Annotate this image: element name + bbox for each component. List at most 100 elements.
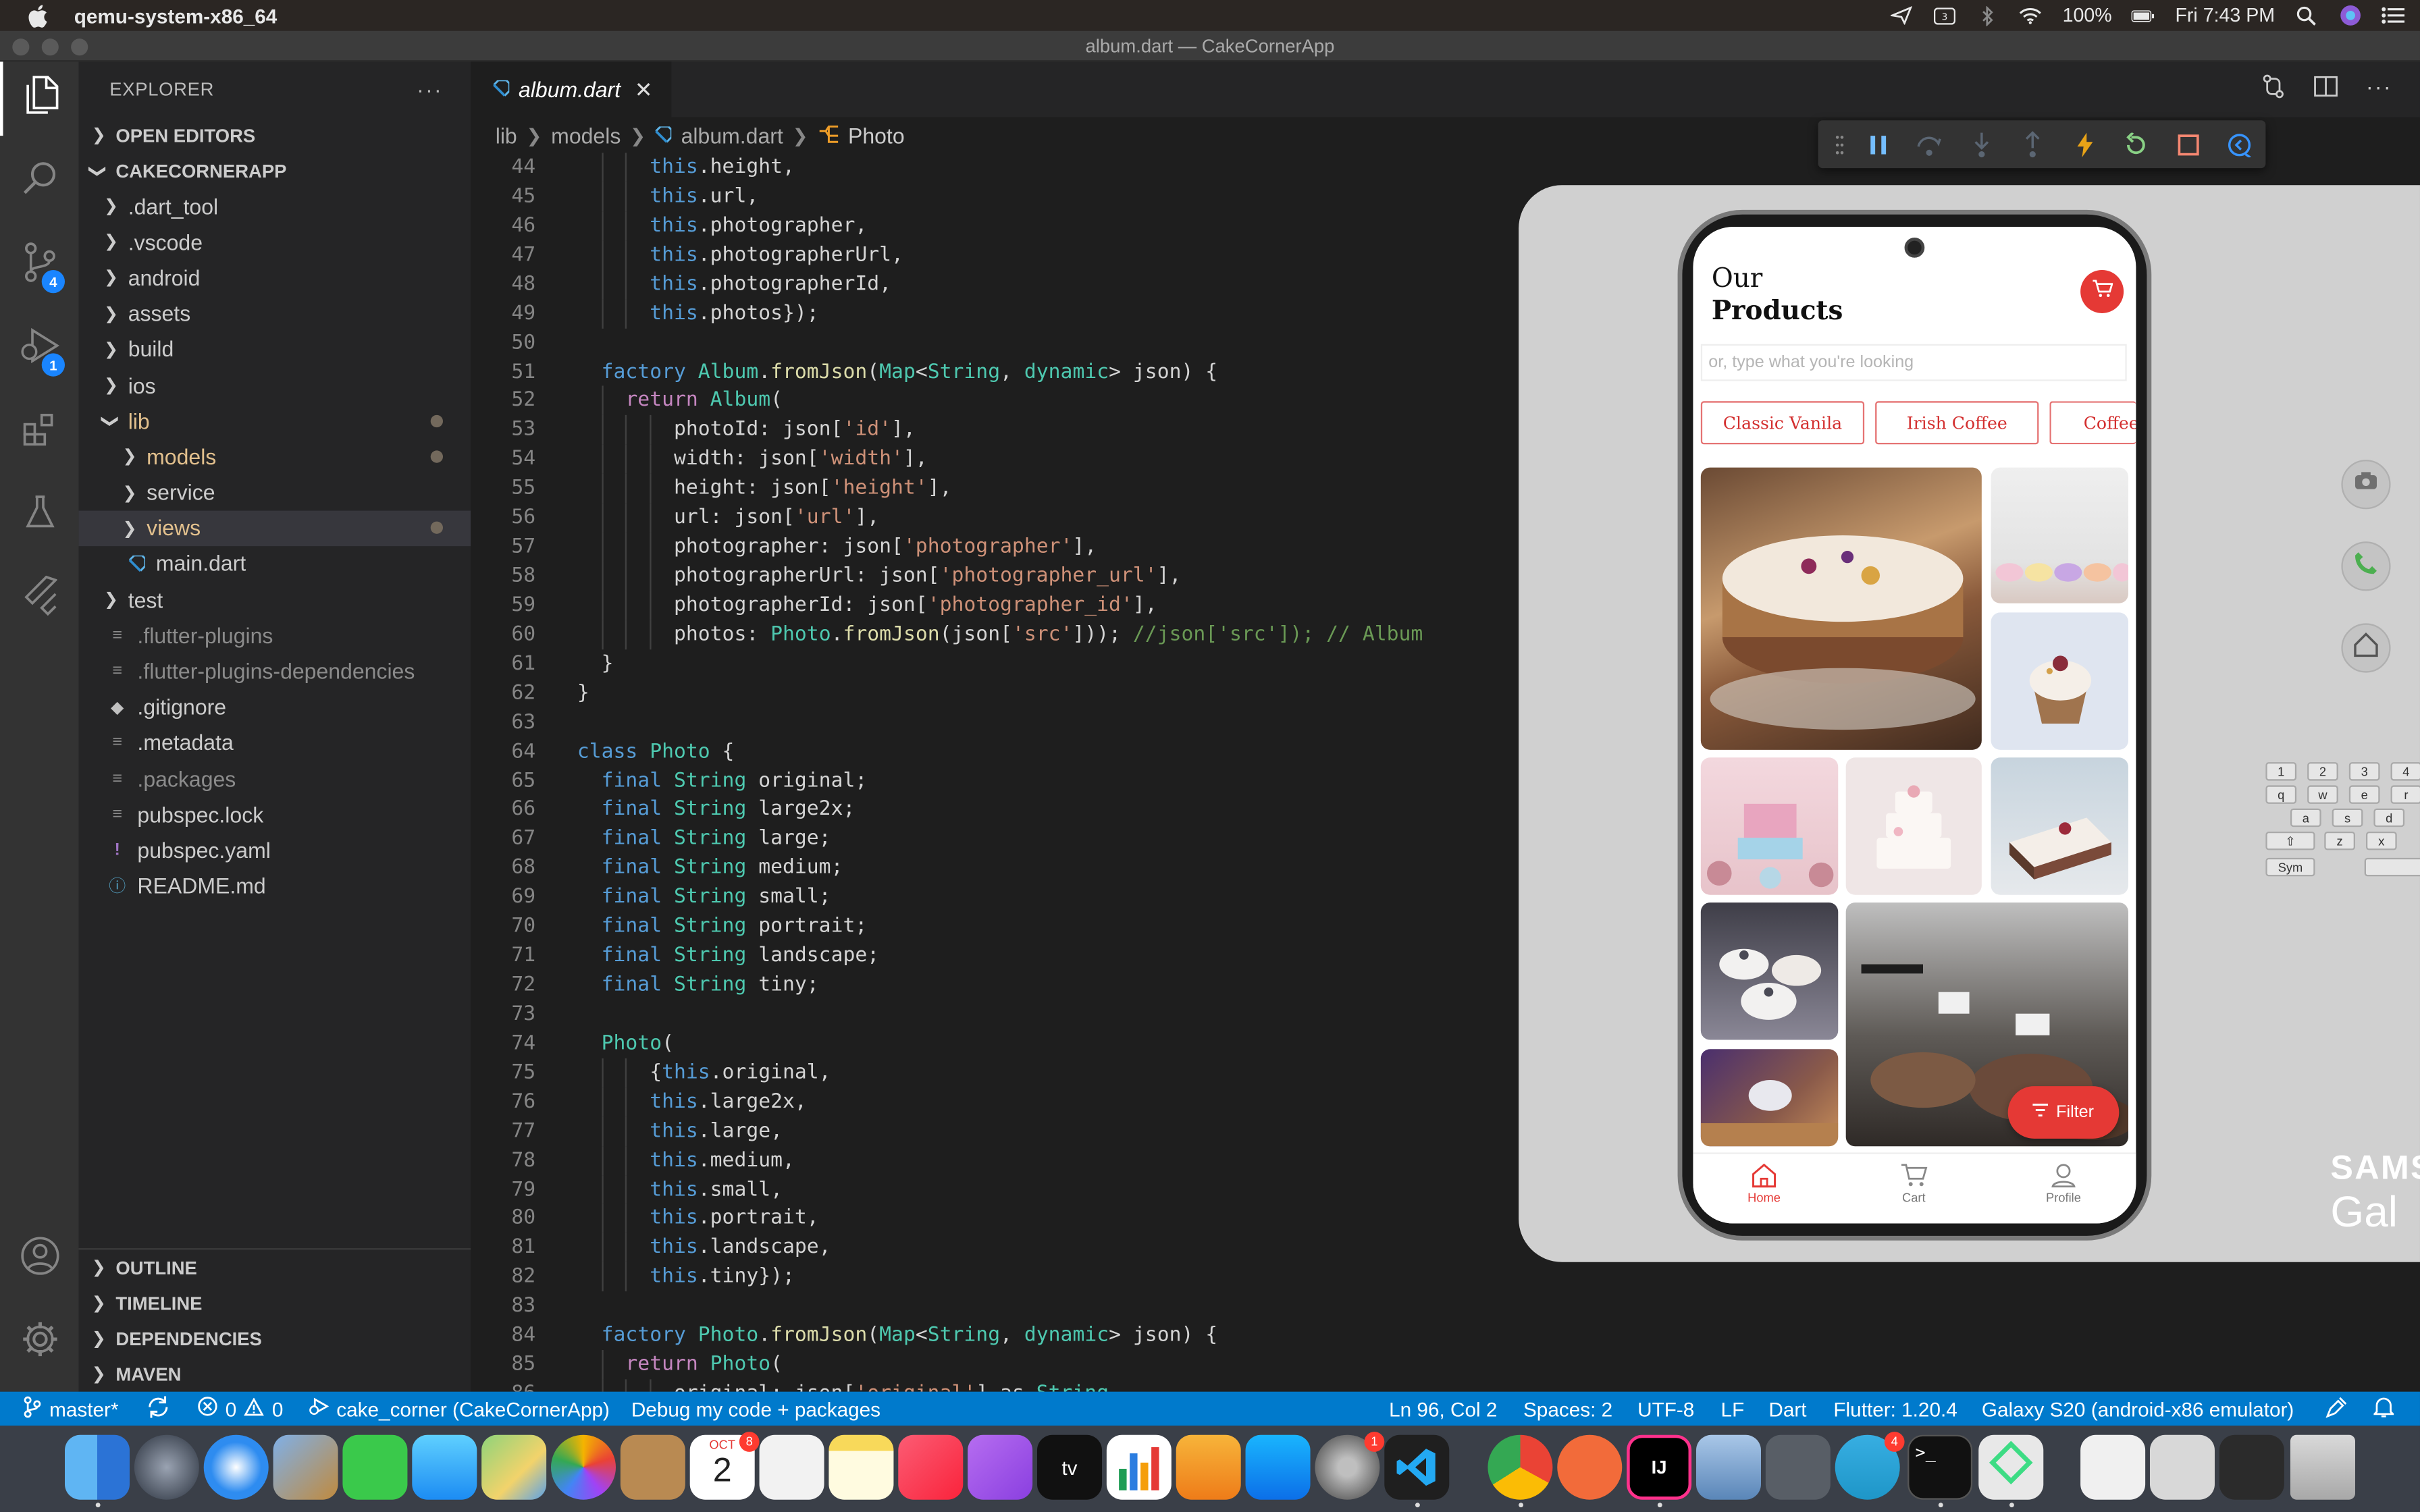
key-z[interactable]: z	[2324, 831, 2355, 850]
restart-icon[interactable]	[2111, 120, 2163, 168]
manage-activity[interactable]	[0, 1305, 79, 1380]
battery-percent[interactable]: 100%	[2063, 5, 2112, 26]
code-editor[interactable]: 44 this.height, 45 this.url, 46 this.photogra…	[471, 153, 1515, 1392]
emulator-home-button[interactable]	[2341, 623, 2391, 673]
numbers-icon[interactable]	[1106, 1434, 1172, 1500]
run-debug-activity[interactable]: 1	[0, 312, 79, 386]
close-icon[interactable]: ✕	[635, 76, 653, 103]
safari-icon[interactable]	[203, 1434, 269, 1500]
calendar-icon[interactable]: OCT 2 8	[689, 1432, 760, 1500]
target-device[interactable]: Galaxy S20 (android-x86 emulator)	[1982, 1397, 2294, 1420]
notification-center-icon[interactable]	[2382, 5, 2405, 26]
key-e[interactable]: e	[2348, 785, 2380, 804]
breadcrumb-models[interactable]: models	[551, 123, 621, 148]
problems-indicator[interactable]: 0 0	[198, 1397, 283, 1422]
tree-item-gitignore[interactable]: ◆ .gitignore	[79, 689, 471, 725]
mail-icon[interactable]	[273, 1434, 338, 1500]
wifi-icon[interactable]	[2020, 5, 2043, 26]
tree-item-assets[interactable]: ❯ assets	[79, 296, 471, 331]
menu-app-name[interactable]: qemu-system-x86_64	[74, 4, 278, 27]
more-editor-actions-icon[interactable]: ···	[2366, 74, 2392, 103]
language-mode[interactable]: Dart	[1768, 1397, 1806, 1420]
product-image-layer-cake[interactable]	[1700, 467, 1982, 750]
stop-icon[interactable]	[2162, 120, 2214, 168]
filter-button[interactable]: Filter	[2007, 1086, 2120, 1139]
explorer-activity[interactable]	[0, 61, 79, 136]
key-a[interactable]: a	[2290, 808, 2321, 828]
flutter-activity[interactable]	[0, 562, 79, 636]
indentation[interactable]: Spaces: 2	[1523, 1397, 1612, 1420]
key-2[interactable]: 2	[2307, 762, 2338, 781]
tree-item-lib[interactable]: ❯ lib	[79, 403, 471, 439]
system-preferences-icon[interactable]: 1	[1315, 1432, 1385, 1500]
pages-icon[interactable]	[1176, 1434, 1241, 1500]
reminders-icon[interactable]	[759, 1434, 824, 1500]
key-x[interactable]: x	[2365, 831, 2397, 850]
project-section[interactable]: ❯ CAKECORNERAPP	[79, 153, 471, 188]
tree-item-flutter-plugins-dependencies[interactable]: ≡ .flutter-plugins-dependencies	[79, 653, 471, 689]
compare-changes-icon[interactable]	[2261, 74, 2286, 103]
maps-icon[interactable]	[481, 1434, 547, 1500]
postman-icon[interactable]	[1557, 1434, 1623, 1500]
section-dependencies[interactable]: ❯ DEPENDENCIES	[79, 1321, 471, 1357]
tree-item-dart-tool[interactable]: ❯ .dart_tool	[79, 188, 471, 224]
tree-item-build[interactable]: ❯ build	[79, 331, 471, 367]
notes-icon[interactable]	[828, 1434, 894, 1500]
section-timeline[interactable]: ❯ TIMELINE	[79, 1285, 471, 1321]
contacts-icon[interactable]	[620, 1434, 685, 1500]
emulator-screenshot-button[interactable]	[2341, 460, 2391, 510]
breadcrumb-symbol[interactable]: Photo	[848, 123, 905, 148]
tab-album-dart[interactable]: album.dart ✕	[471, 61, 672, 117]
open-editors-section[interactable]: ❯ OPEN EDITORS	[79, 117, 471, 153]
key-d[interactable]: d	[2373, 808, 2405, 828]
key-s[interactable]: s	[2332, 808, 2363, 828]
source-control-activity[interactable]: 4	[0, 228, 79, 302]
open-devtools-icon[interactable]	[2214, 120, 2266, 168]
spotlight-search-icon[interactable]	[2295, 5, 2318, 26]
nav-cart[interactable]: Cart	[1868, 1163, 1960, 1205]
flutter-version[interactable]: Flutter: 1.20.4	[1833, 1397, 1957, 1420]
extensions-activity[interactable]	[0, 395, 79, 469]
tree-item-main-dart[interactable]: main.dart	[79, 546, 471, 582]
emulator-call-button[interactable]	[2341, 541, 2391, 591]
key-space[interactable]	[2364, 857, 2420, 877]
menu-clock[interactable]: Fri 7:43 PM	[2175, 5, 2275, 26]
key-r[interactable]: r	[2390, 785, 2420, 804]
encoding[interactable]: UTF-8	[1637, 1397, 1694, 1420]
tree-item-packages[interactable]: ≡ .packages	[79, 761, 471, 796]
tree-item-metadata[interactable]: ≡ .metadata	[79, 725, 471, 761]
product-image-party-cakes[interactable]	[1700, 757, 1839, 895]
trash-icon[interactable]	[2290, 1434, 2355, 1500]
testing-activity[interactable]	[0, 479, 79, 553]
key-3[interactable]: 3	[2348, 762, 2380, 781]
tree-item-views[interactable]: ❯ views	[78, 510, 471, 546]
nav-home[interactable]: Home	[1718, 1163, 1810, 1205]
tree-item-models[interactable]: ❯ models	[79, 439, 471, 475]
tree-item-test[interactable]: ❯ test	[79, 582, 471, 618]
finder-icon[interactable]	[64, 1434, 130, 1500]
hot-reload-icon[interactable]	[2059, 120, 2111, 168]
tree-item-readme-md[interactable]: ⓘ README.md	[79, 868, 471, 904]
tree-item-pubspec-lock[interactable]: ≡ pubspec.lock	[79, 796, 471, 832]
tree-item-ios[interactable]: ❯ ios	[79, 367, 471, 403]
tree-item-service[interactable]: ❯ service	[79, 475, 471, 510]
chip-irish-coffee[interactable]: Irish Coffee	[1875, 401, 2039, 445]
tree-item-vscode[interactable]: ❯ .vscode	[79, 224, 471, 260]
cursor-position[interactable]: Ln 96, Col 2	[1389, 1397, 1497, 1420]
breadcrumb-lib[interactable]: lib	[496, 123, 517, 148]
notifications-bell-icon[interactable]	[2372, 1395, 2396, 1422]
breadcrumb-file[interactable]: album.dart	[681, 123, 783, 148]
key-q[interactable]: q	[2265, 785, 2297, 804]
screen-record-icon[interactable]: 3	[1933, 5, 1956, 26]
key-w[interactable]: w	[2307, 785, 2338, 804]
chrome-icon[interactable]	[1488, 1434, 1553, 1500]
end-of-line[interactable]: LF	[1721, 1397, 1745, 1420]
key-sym[interactable]: Sym	[2265, 857, 2315, 877]
key-4[interactable]: 4	[2390, 762, 2420, 781]
search-input[interactable]: or, type what you're looking	[1700, 344, 2127, 381]
send-icon[interactable]	[1890, 5, 1913, 26]
document-stack-icon[interactable]	[2080, 1434, 2146, 1500]
facetime-icon[interactable]	[342, 1434, 408, 1500]
feedback-icon[interactable]	[2324, 1395, 2347, 1422]
key-shift-icon[interactable]: ⇧	[2265, 831, 2315, 850]
